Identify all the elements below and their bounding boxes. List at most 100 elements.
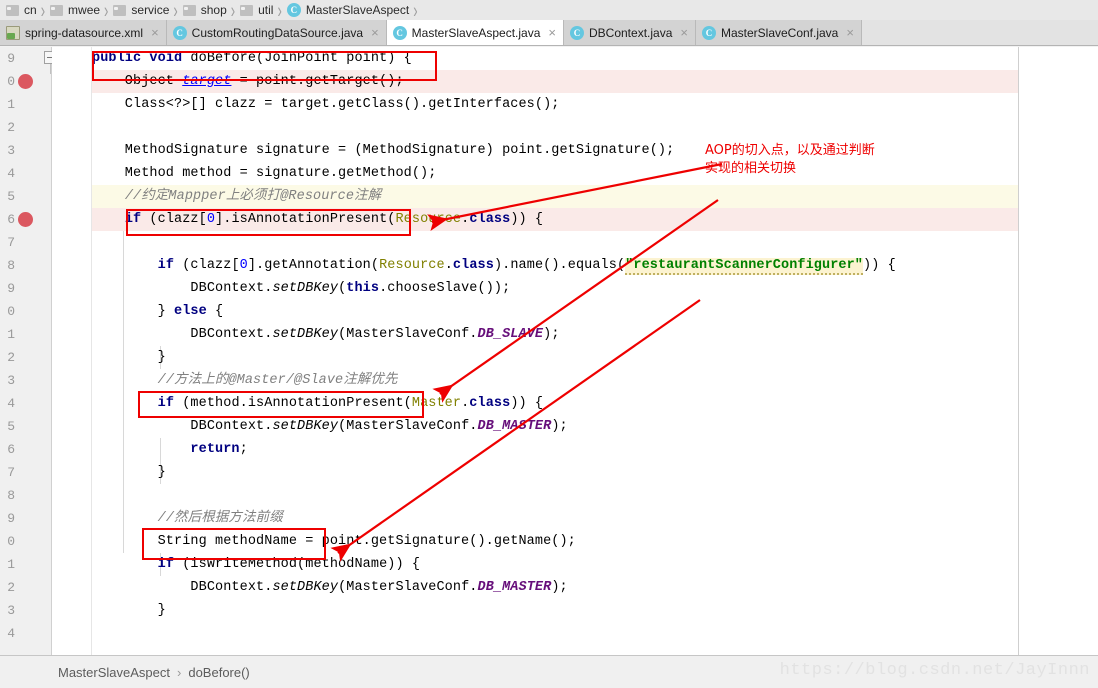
code-line: if (clazz[0].getAnnotation(Resource.clas… [157, 258, 896, 275]
breadcrumb-separator-icon: › [173, 0, 178, 22]
code-content[interactable]: public void doBefore(JoinPoint point) { … [92, 47, 1018, 655]
line-number: 3 [7, 143, 15, 158]
status-breadcrumb: MasterSlaveAspect › doBefore() [0, 665, 250, 680]
code-fold-stem [50, 64, 51, 74]
status-breadcrumb-separator-icon: › [177, 664, 182, 680]
breadcrumb-item-service[interactable]: service [109, 0, 172, 21]
editor-gutter[interactable]: 9 0 1 2 3 4 5 6 7 8 9 0 1 2 3 4 5 6 7 8 … [0, 47, 57, 655]
tab-masterslaveaspect-java[interactable]: C MasterSlaveAspect.java × [386, 20, 564, 45]
code-line: } else { [92, 304, 224, 319]
code-line: DBContext.setDBKey(MasterSlaveConf.DB_SL… [92, 327, 560, 342]
line-number: 4 [7, 396, 15, 411]
code-line: MethodSignature signature = (MethodSigna… [92, 143, 675, 158]
line-number: 6 [7, 212, 15, 227]
status-breadcrumb-class[interactable]: MasterSlaveAspect [58, 665, 170, 680]
tab-bar-filler [861, 20, 1098, 45]
status-breadcrumb-method[interactable]: doBefore() [188, 665, 249, 680]
code-line: public void doBefore(JoinPoint point) { [92, 51, 412, 66]
code-line: Class<?>[] clazz = target.getClass().get… [92, 97, 560, 112]
tab-label: DBContext.java [589, 25, 673, 40]
java-class-icon: C [286, 3, 301, 17]
line-number: 0 [7, 74, 15, 89]
line-number: 7 [7, 235, 15, 250]
line-number: 8 [7, 258, 15, 273]
code-line: if (isWriteMethod(methodName)) { [157, 557, 421, 572]
tab-customroutingdatasource-java[interactable]: C CustomRoutingDataSource.java × [166, 20, 387, 45]
line-number: 6 [7, 442, 15, 457]
status-bar: MasterSlaveAspect › doBefore() https://b… [0, 655, 1098, 688]
watermark-text: https://blog.csdn.net/JayInnn [779, 661, 1090, 680]
close-icon[interactable]: × [846, 26, 854, 39]
breadcrumb-label: mwee [68, 3, 101, 17]
tab-masterslaveconf-java[interactable]: C MasterSlaveConf.java × [695, 20, 862, 45]
line-number: 4 [7, 626, 15, 641]
highlighted-string-literal: "restaurantScannerConfigurer" [625, 258, 864, 275]
code-line: //方法上的@Master/@Slave注解优先 [92, 369, 398, 392]
line-number: 5 [7, 419, 15, 434]
line-number: 0 [7, 534, 15, 549]
code-line: Object target = point.getTarget(); [92, 74, 404, 89]
code-line: //然后根据方法前缀 [92, 507, 283, 530]
close-icon[interactable]: × [151, 26, 159, 39]
folder-icon [50, 4, 64, 16]
line-number: 9 [7, 281, 15, 296]
breadcrumb-item-cn[interactable]: cn [2, 0, 40, 21]
folder-icon [182, 4, 196, 16]
line-number: 2 [7, 580, 15, 595]
breadcrumb-separator-icon: › [413, 0, 418, 22]
java-class-icon: C [392, 25, 407, 40]
code-line: DBContext.setDBKey(MasterSlaveConf.DB_MA… [92, 419, 568, 434]
breadcrumb-item-masterslaveaspect[interactable]: C MasterSlaveAspect [283, 0, 412, 21]
line-number: 7 [7, 465, 15, 480]
folder-icon [240, 4, 254, 16]
breadcrumb-item-util[interactable]: util [236, 0, 276, 21]
comment-method-prefix: //然后根据方法前缀 [157, 511, 283, 526]
code-line: } [92, 350, 166, 365]
editor-tab-bar: spring-datasource.xml × C CustomRoutingD… [0, 20, 1098, 46]
idea-editor-window: cn › mwee › service › shop › util › C Ma… [0, 0, 1098, 688]
tab-label: spring-datasource.xml [25, 25, 144, 40]
line-number: 3 [7, 603, 15, 618]
line-number: 9 [7, 51, 15, 66]
editor-scrollbar-marker-strip[interactable] [1018, 47, 1098, 655]
line-number: 0 [7, 304, 15, 319]
close-icon[interactable]: × [371, 26, 379, 39]
breadcrumb-label: service [131, 3, 170, 17]
tab-label: MasterSlaveAspect.java [411, 25, 541, 40]
breadcrumb-separator-icon: › [40, 0, 46, 22]
close-icon[interactable]: × [680, 26, 688, 39]
tab-spring-datasource-xml[interactable]: spring-datasource.xml × [0, 20, 167, 45]
tab-label: CustomRoutingDataSource.java [191, 25, 364, 40]
code-line: //约定Mappper上必须打@Resource注解 [92, 185, 381, 208]
close-icon[interactable]: × [548, 26, 556, 39]
editor-fold-column [52, 47, 92, 655]
java-class-icon: C [570, 25, 584, 40]
code-line: } [92, 603, 166, 618]
code-line: if (method.isAnnotationPresent(Master.cl… [157, 396, 544, 411]
code-editor[interactable]: 9 0 1 2 3 4 5 6 7 8 9 0 1 2 3 4 5 6 7 8 … [0, 47, 1098, 655]
breadcrumb-item-mwee[interactable]: mwee [46, 0, 103, 21]
breakpoint-marker[interactable] [18, 212, 33, 227]
line-number: 8 [7, 488, 15, 503]
breadcrumb-label: shop [200, 3, 227, 17]
breadcrumb-item-shop[interactable]: shop [179, 0, 230, 21]
code-line: } [92, 465, 166, 480]
code-line: Method method = signature.getMethod(); [92, 166, 437, 181]
tab-dbcontext-java[interactable]: C DBContext.java × [564, 20, 696, 45]
tab-label: MasterSlaveConf.java [720, 25, 839, 40]
breadcrumb-label: cn [24, 3, 37, 17]
breakpoint-marker[interactable] [18, 74, 33, 89]
breadcrumb-separator-icon: › [230, 0, 236, 22]
folder-icon [6, 4, 19, 16]
line-number: 1 [7, 97, 15, 112]
line-number: 3 [7, 373, 15, 388]
breadcrumb-label: MasterSlaveAspect [305, 3, 410, 17]
line-number: 4 [7, 166, 15, 181]
line-number: 2 [7, 350, 15, 365]
code-line: String methodName = point.getSignature()… [92, 534, 576, 549]
code-line: if (clazz[0].isAnnotationPresent(Resourc… [124, 212, 544, 227]
folder-icon [113, 4, 127, 16]
breadcrumb-separator-icon: › [104, 0, 109, 22]
line-number: 2 [7, 120, 15, 135]
